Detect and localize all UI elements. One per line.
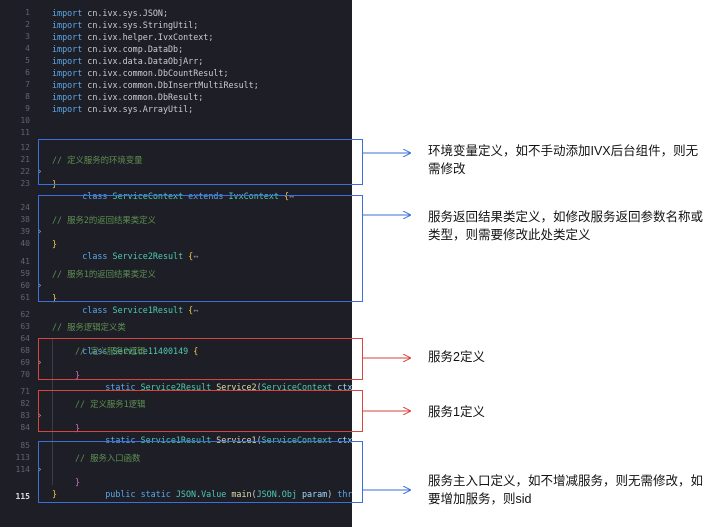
annotation-env-context: 环境变量定义，如不手动添加IVX后台组件，则无需修改 [428, 144, 699, 176]
annotation-service2: 服务2定义 [428, 350, 485, 364]
annotation-main-entry: 服务主入口定义，如不增减服务，则无需修改，如要增加服务，则sid [428, 474, 704, 506]
annotation-result-class: 服务返回结果类定义，如修改服务返回参数名称或类型，则需要修改此处类定义 [428, 210, 704, 242]
annotation-service1: 服务1定义 [428, 405, 485, 419]
arrow-layer [363, 0, 719, 527]
